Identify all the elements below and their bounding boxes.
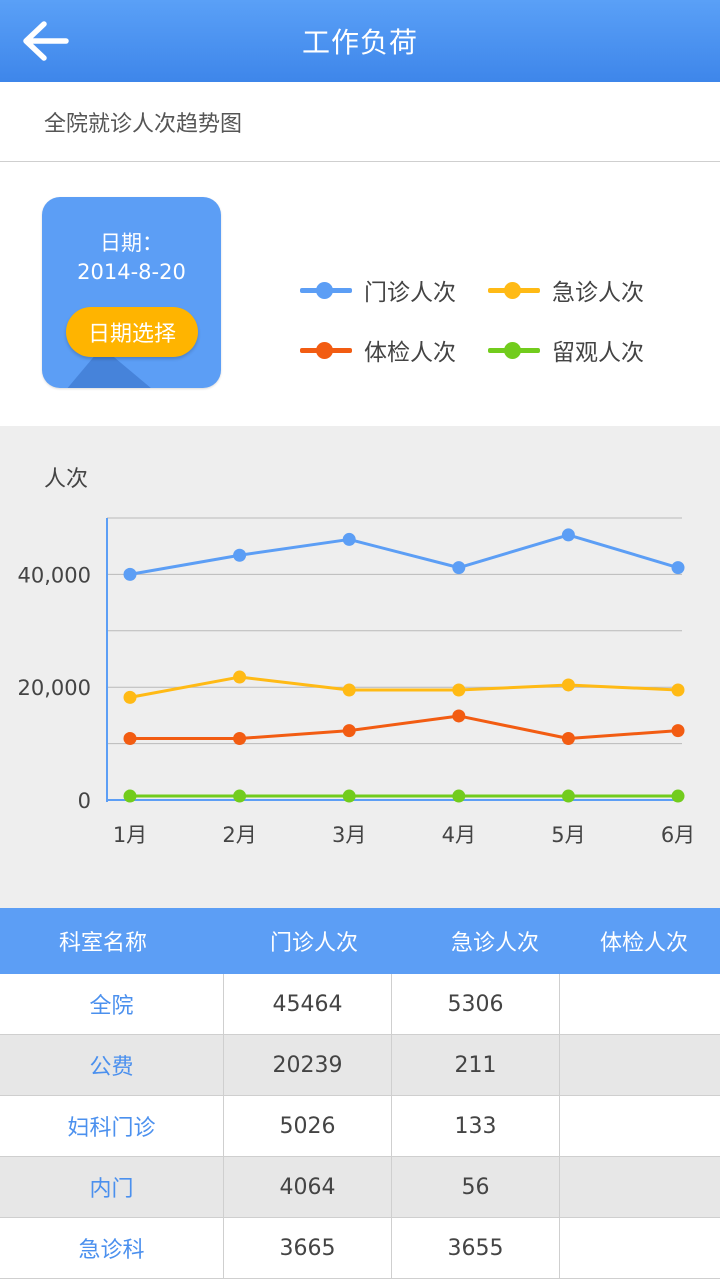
- table-body: 全院 45464 5306 公费 20239 211 妇科门诊 5026 133 内门 4064 56…: [0, 974, 720, 1279]
- data-point: [342, 724, 356, 738]
- value-cell: 3665: [224, 1218, 392, 1278]
- department-name-cell[interactable]: 妇科门诊: [0, 1096, 224, 1156]
- department-name-cell[interactable]: 急诊科: [0, 1218, 224, 1278]
- value-cell: 211: [392, 1035, 560, 1095]
- x-tick-label: 3月: [332, 823, 366, 847]
- value-cell: [560, 974, 720, 1034]
- value-cell: 133: [392, 1096, 560, 1156]
- data-point: [123, 732, 137, 746]
- data-point: [123, 789, 137, 803]
- data-point: [342, 532, 356, 546]
- legend-swatch: [300, 330, 352, 370]
- value-cell: 45464: [224, 974, 392, 1034]
- trend-chart: 人次 0 20,000 40,000 1月 2月 3月 4月 5月 6月: [0, 426, 720, 908]
- date-value: 2014-8-20: [77, 260, 186, 284]
- series-line-2: [130, 714, 679, 741]
- value-cell: 3655: [392, 1218, 560, 1278]
- value-cell: [560, 1035, 720, 1095]
- value-cell: 5306: [392, 974, 560, 1034]
- value-cell: [560, 1218, 720, 1278]
- table-row[interactable]: 公费 20239 211: [0, 1035, 720, 1096]
- date-select-button[interactable]: 日期选择: [66, 307, 198, 357]
- data-point: [233, 789, 247, 803]
- date-label: 日期：: [100, 231, 163, 255]
- data-point: [452, 683, 466, 697]
- value-cell: [560, 1157, 720, 1217]
- x-tick-label: 5月: [551, 823, 585, 847]
- value-cell: [560, 1096, 720, 1156]
- data-point: [123, 690, 137, 704]
- column-header: 门诊人次: [269, 931, 358, 956]
- legend-label: 留观人次: [552, 340, 644, 366]
- back-button[interactable]: [18, 18, 72, 64]
- column-header: 体检人次: [599, 931, 688, 956]
- legend-label: 急诊人次: [552, 280, 644, 306]
- y-tick-label: 40,000: [18, 563, 91, 587]
- page-title: 工作负荷: [301, 26, 418, 59]
- department-name-cell[interactable]: 内门: [0, 1157, 224, 1217]
- x-tick-label: 1月: [113, 823, 147, 847]
- department-table: 科室名称 门诊人次 急诊人次 体检人次 全院 45464 5306 公费 20239 21…: [0, 908, 720, 1279]
- data-point: [561, 678, 575, 692]
- table-row[interactable]: 全院 45464 5306: [0, 974, 720, 1035]
- legend-item-outpatient: 门诊人次: [300, 270, 456, 310]
- value-cell: 4064: [224, 1157, 392, 1217]
- department-name-cell[interactable]: 全院: [0, 974, 224, 1034]
- data-point: [342, 683, 356, 697]
- arrow-left-icon: [23, 21, 69, 61]
- y-tick-label: 20,000: [18, 676, 91, 700]
- department-name-cell[interactable]: 公费: [0, 1035, 224, 1095]
- chart-section-title: 全院就诊人次趋势图: [0, 82, 720, 162]
- series-line-0: [129, 533, 679, 576]
- data-point: [671, 683, 685, 697]
- data-point: [452, 789, 466, 803]
- legend-item-checkup: 体检人次: [300, 330, 456, 370]
- app-header: 工作负荷: [0, 0, 720, 82]
- chart-legend: 门诊人次 急诊人次 体检人次 留观人次: [300, 268, 700, 378]
- data-point: [561, 732, 575, 746]
- data-point: [671, 561, 685, 575]
- data-point: [452, 709, 466, 723]
- x-tick-label: 2月: [222, 823, 256, 847]
- y-tick-label: 0: [78, 789, 91, 813]
- table-row[interactable]: 急诊科 3665 3655: [0, 1218, 720, 1279]
- value-cell: 20239: [224, 1035, 392, 1095]
- x-tick-label: 4月: [442, 823, 476, 847]
- data-point: [561, 528, 575, 542]
- date-card: 日期： 2014-8-20 日期选择: [42, 197, 221, 388]
- data-point: [123, 567, 137, 581]
- column-header: 科室名称: [58, 931, 147, 956]
- data-point: [561, 789, 575, 803]
- legend-swatch: [488, 270, 540, 310]
- column-header: 急诊人次: [450, 931, 539, 956]
- legend-item-observation: 留观人次: [488, 330, 644, 370]
- legend-label: 门诊人次: [364, 280, 456, 306]
- data-point: [671, 789, 685, 803]
- table-header: 科室名称 门诊人次 急诊人次 体检人次: [0, 908, 720, 974]
- data-point: [233, 732, 247, 746]
- legend-label: 体检人次: [364, 340, 456, 366]
- x-tick-label: 6月: [661, 823, 695, 847]
- data-point: [342, 789, 356, 803]
- line-chart-svg: 人次 0 20,000 40,000 1月 2月 3月 4月 5月 6月: [18, 467, 696, 847]
- value-cell: 5026: [224, 1096, 392, 1156]
- data-point: [671, 724, 685, 738]
- y-axis-label: 人次: [44, 467, 88, 492]
- legend-item-emergency: 急诊人次: [488, 270, 644, 310]
- data-point: [452, 561, 466, 575]
- data-point: [233, 670, 247, 684]
- legend-swatch: [300, 270, 352, 310]
- data-point: [233, 548, 247, 562]
- legend-swatch: [488, 330, 540, 370]
- table-row[interactable]: 内门 4064 56: [0, 1157, 720, 1218]
- table-row[interactable]: 妇科门诊 5026 133: [0, 1096, 720, 1157]
- value-cell: 56: [392, 1157, 560, 1217]
